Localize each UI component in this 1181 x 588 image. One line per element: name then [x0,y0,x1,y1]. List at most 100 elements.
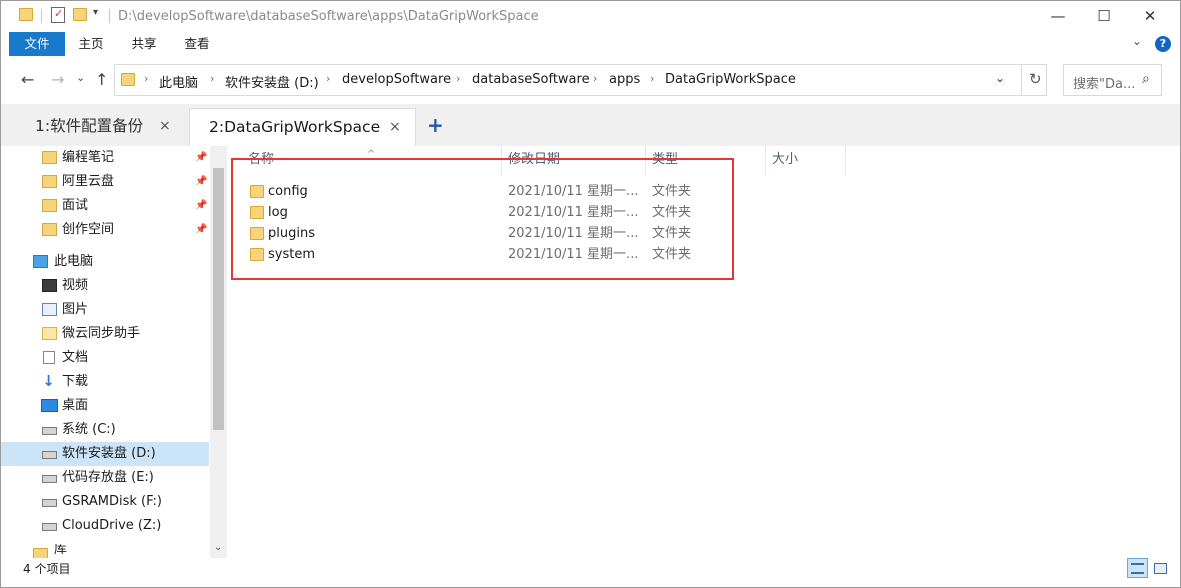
desktop-icon [41,399,58,412]
new-folder-icon[interactable] [73,8,87,21]
pin-icon: 📌 [195,224,208,235]
sidebar-item-label: 系统 (C:) [62,422,116,437]
sidebar-item-videos[interactable]: 视频 [1,274,209,298]
sidebar-item-pictures[interactable]: 图片 [1,298,209,322]
navigation-pane: 编程笔记 📌 阿里云盘 📌 面试 📌 创作空间 📌 此电脑 视频 图片 微云同步… [0,146,227,558]
minimize-button[interactable]: — [1035,1,1081,31]
up-button[interactable]: ↑ [95,70,108,89]
sidebar-item-label: 编程笔记 [62,150,115,165]
breadcrumb-separator[interactable]: › [326,72,330,85]
window-edge [1173,146,1181,558]
details-view-icon [1131,563,1144,574]
folder-icon [42,151,57,164]
tab-label: 1:软件配置备份 [35,117,144,135]
highlight-box [231,158,734,280]
sidebar-item-programming-notes[interactable]: 编程笔记 📌 [1,146,209,170]
navigation-scrollbar[interactable]: ⌄ [210,146,227,558]
sidebar-item-interview[interactable]: 面试 📌 [1,194,209,218]
sidebar-item-label: 桌面 [62,398,89,413]
download-icon: ↓ [42,372,55,390]
address-bar[interactable]: › 此电脑 › 软件安装盘 (D:) › developSoftware › d… [114,64,1047,96]
recent-locations-button[interactable]: ⌄ [76,71,85,84]
large-icons-view-button[interactable] [1150,558,1171,578]
pin-icon: 📌 [195,176,208,187]
add-tab-button[interactable]: + [427,113,444,137]
close-tab-icon[interactable]: × [159,108,171,144]
expand-ribbon-icon[interactable]: ⌄ [1132,34,1142,48]
sidebar-item-label: CloudDrive (Z:) [62,518,162,533]
sidebar-item-label: 下载 [62,374,89,389]
divider [41,9,42,23]
breadcrumb-developsoftware[interactable]: developSoftware [342,72,451,87]
properties-icon[interactable]: ✓ [51,7,65,23]
computer-icon [33,255,48,268]
breadcrumb-this-pc[interactable]: 此电脑 [159,72,198,91]
pin-icon: 📌 [195,200,208,211]
sidebar-item-aliyun-drive[interactable]: 阿里云盘 📌 [1,170,209,194]
sidebar-item-drive-e[interactable]: 代码存放盘 (E:) [1,466,209,490]
back-button[interactable]: ← [21,70,34,89]
help-icon[interactable]: ? [1155,36,1171,52]
sidebar-item-drive-d[interactable]: 软件安装盘 (D:) [1,442,209,466]
sidebar-item-creation-space[interactable]: 创作空间 📌 [1,218,209,242]
address-dropdown-icon[interactable]: ⌄ [995,71,1005,85]
breadcrumb-separator[interactable]: › [456,72,460,85]
ribbon-tab-view[interactable]: 查看 [177,32,217,56]
sidebar-item-label: 视频 [62,278,89,293]
column-divider[interactable] [845,146,846,176]
sidebar-item-this-pc[interactable]: 此电脑 [1,250,209,274]
tab-strip: 1:软件配置备份 × 2:DataGripWorkSpace × + [0,104,1181,146]
sidebar-item-label: 库 [54,544,68,557]
refresh-icon[interactable]: ↻ [1029,70,1042,88]
drive-icon [42,427,57,435]
tab-datagripworkspace[interactable]: 2:DataGripWorkSpace × [189,108,416,146]
breadcrumb-datagripworkspace[interactable]: DataGripWorkSpace [665,72,796,87]
close-button[interactable]: ✕ [1127,1,1173,31]
breadcrumb-separator[interactable]: › [210,72,214,85]
maximize-button[interactable]: ☐ [1081,1,1127,31]
search-icon[interactable]: ⌕ [1142,71,1150,87]
breadcrumb-separator[interactable]: › [144,72,148,85]
folder-icon [33,548,48,558]
sidebar-item-label: 图片 [62,302,89,317]
breadcrumb-drive-d[interactable]: 软件安装盘 (D:) [225,72,319,91]
sidebar-item-label: 创作空间 [62,222,115,237]
customize-toolbar-icon[interactable]: ▾ [93,7,98,18]
search-box[interactable]: 搜索"Da... ⌕ [1063,64,1162,96]
sidebar-item-weiyun-sync[interactable]: 微云同步助手 [1,322,209,346]
sidebar-item-label: 代码存放盘 (E:) [62,470,154,485]
ribbon-tab-file[interactable]: 文件 [9,32,65,56]
sidebar-item-label: 微云同步助手 [62,326,141,341]
column-divider[interactable] [765,146,766,176]
title-bar: ✓ ▾ D:\developSoftware\databaseSoftware\… [0,0,1181,32]
column-header-size[interactable]: 大小 [772,152,798,174]
navigation-bar: ← → ⌄ ↑ › 此电脑 › 软件安装盘 (D:) › developSoft… [0,56,1181,104]
folder-icon [19,8,33,21]
sidebar-item-desktop[interactable]: 桌面 [1,394,209,418]
sidebar-item-drive-z[interactable]: CloudDrive (Z:) [1,514,209,538]
scrollbar-thumb[interactable] [213,168,224,430]
picture-icon [42,303,57,316]
sidebar-item-downloads[interactable]: ↓ 下载 [1,370,209,394]
divider [109,9,110,23]
breadcrumb-apps[interactable]: apps [609,72,640,87]
breadcrumb-databasesoftware[interactable]: databaseSoftware [472,72,590,87]
sidebar-item-documents[interactable]: 文档 [1,346,209,370]
scroll-down-icon[interactable]: ⌄ [214,542,222,553]
sidebar-item-libraries[interactable]: 库 [1,544,209,558]
ribbon-tab-share[interactable]: 共享 [124,32,164,56]
sidebar-item-drive-c[interactable]: 系统 (C:) [1,418,209,442]
tab-software-config-backup[interactable]: 1:软件配置备份 × [13,108,189,146]
document-icon [43,351,55,364]
breadcrumb-separator[interactable]: › [593,72,597,85]
ribbon-tab-home[interactable]: 主页 [71,32,111,56]
sidebar-item-label: 软件安装盘 (D:) [62,446,156,461]
close-tab-icon[interactable]: × [389,109,401,145]
pin-icon: 📌 [195,152,208,163]
forward-button[interactable]: → [51,70,64,89]
details-view-button[interactable] [1127,558,1148,578]
sidebar-item-drive-f[interactable]: GSRAMDisk (F:) [1,490,209,514]
breadcrumb-separator[interactable]: › [650,72,654,85]
search-placeholder[interactable]: 搜索"Da... [1073,73,1135,92]
tab-label: 2:DataGripWorkSpace [209,118,381,136]
